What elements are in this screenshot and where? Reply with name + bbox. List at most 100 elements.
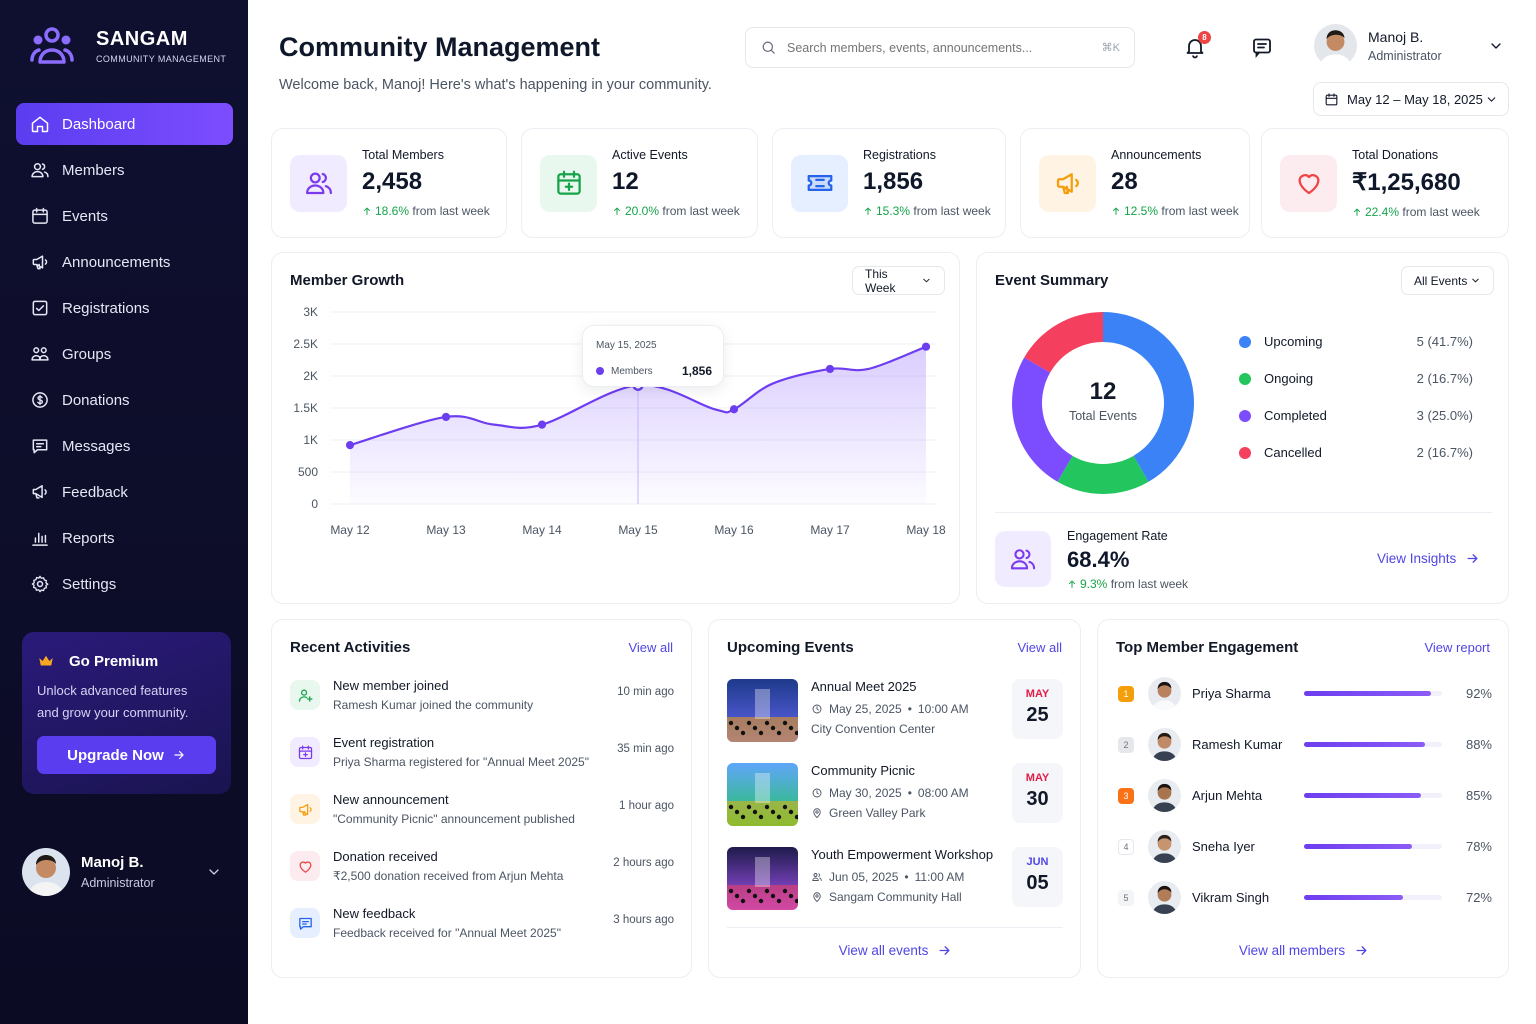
- donut-slice-cancelled[interactable]: [1024, 312, 1103, 373]
- header-user-menu[interactable]: Manoj B. Administrator: [1314, 24, 1504, 67]
- data-point[interactable]: [537, 420, 547, 429]
- chevron-down-icon: [1488, 38, 1504, 54]
- upgrade-button[interactable]: Upgrade Now: [37, 736, 216, 774]
- legend-label: Cancelled: [1264, 445, 1322, 460]
- sidebar-item-registrations[interactable]: Registrations: [16, 287, 233, 329]
- engagement-percent: 78%: [1465, 839, 1492, 854]
- activity-item[interactable]: New member joined Ramesh Kumar joined the…: [290, 678, 674, 735]
- data-point[interactable]: [345, 441, 355, 450]
- stat-card-announcements[interactable]: Announcements 28 12.5% from last week: [1020, 128, 1250, 238]
- stat-delta-value: 22.4%: [1365, 204, 1400, 219]
- engagement-row[interactable]: 1 Priya Sharma 92%: [1118, 668, 1492, 719]
- sidebar-item-dashboard[interactable]: Dashboard: [16, 103, 233, 145]
- activity-item[interactable]: Event registration Priya Sharma registere…: [290, 735, 674, 792]
- x-tick-label: May 15: [618, 523, 658, 537]
- stat-delta-suffix: from last week: [1161, 204, 1239, 218]
- stat-card-active-events[interactable]: Active Events 12 20.0% from last week: [521, 128, 758, 238]
- sidebar: SANGAM COMMUNITY MANAGEMENT Dashboard Me…: [0, 0, 248, 1024]
- activity-item[interactable]: New feedback Feedback received for "Annua…: [290, 906, 674, 963]
- community-logo-icon: [30, 27, 74, 64]
- view-all-events-link-top[interactable]: View all: [1017, 640, 1062, 655]
- x-tick-label: May 13: [426, 523, 466, 537]
- event-date-badge: MAY 30: [1012, 763, 1063, 823]
- stat-card-total-members[interactable]: Total Members 2,458 18.6% from last week: [271, 128, 507, 238]
- sidebar-item-feedback[interactable]: Feedback: [16, 471, 233, 513]
- data-point[interactable]: [825, 364, 835, 374]
- search-bar[interactable]: ⌘K: [745, 27, 1135, 68]
- stat-card-total-donations[interactable]: Total Donations ₹1,25,680 22.4% from las…: [1261, 128, 1509, 238]
- brand-logo[interactable]: SANGAM COMMUNITY MANAGEMENT: [30, 26, 226, 66]
- event-month: MAY: [1025, 772, 1050, 784]
- engagement-row[interactable]: 5 Vikram Singh 72%: [1118, 872, 1492, 923]
- event-item[interactable]: Youth Empowerment Workshop Jun 05, 2025 •…: [727, 847, 1063, 931]
- view-insights-link[interactable]: View Insights: [1377, 551, 1480, 566]
- legend-item-upcoming[interactable]: Upcoming 5 (41.7%): [1239, 323, 1473, 360]
- activity-item[interactable]: Donation received ₹2,500 donation receive…: [290, 849, 674, 906]
- date-range-picker[interactable]: May 12 – May 18, 2025: [1313, 82, 1509, 116]
- y-tick-label: 0: [311, 497, 318, 511]
- donut-slice-ongoing[interactable]: [1057, 455, 1149, 494]
- event-datetime: May 25, 2025 • 10:00 AM: [811, 702, 1012, 716]
- view-all-activities-link[interactable]: View all: [628, 640, 673, 655]
- stat-icon-tile: [540, 154, 597, 212]
- rank-badge: 5: [1118, 889, 1134, 906]
- view-all-members-link[interactable]: View all members: [1098, 943, 1510, 958]
- event-thumbnail: [727, 763, 798, 826]
- activity-time: 35 min ago: [617, 743, 674, 755]
- sidebar-item-settings[interactable]: Settings: [16, 563, 233, 605]
- stat-icon-tile: [1280, 154, 1337, 212]
- sidebar-item-groups[interactable]: Groups: [16, 333, 233, 375]
- sidebar-item-announcements[interactable]: Announcements: [16, 241, 233, 283]
- stat-delta-suffix: from last week: [1402, 204, 1480, 219]
- calendar-icon: [30, 206, 50, 226]
- sidebar-user-profile[interactable]: Manoj B. Administrator: [22, 848, 228, 896]
- sidebar-item-events[interactable]: Events: [16, 195, 233, 237]
- sidebar-item-reports[interactable]: Reports: [16, 517, 233, 559]
- recent-activities-title: Recent Activities: [290, 639, 411, 656]
- sidebar-item-messages[interactable]: Messages: [16, 425, 233, 467]
- activity-description: Priya Sharma registered for "Annual Meet…: [333, 755, 589, 769]
- premium-text: Unlock advanced features and grow your c…: [37, 680, 216, 724]
- member-name: Sneha Iyer: [1192, 839, 1255, 854]
- activity-title: Event registration: [333, 735, 435, 750]
- data-point[interactable]: [441, 412, 451, 422]
- chevron-down-icon[interactable]: [206, 864, 222, 880]
- notifications-button[interactable]: 8: [1181, 31, 1211, 61]
- location-pin-icon: [811, 891, 823, 903]
- view-all-events-link[interactable]: View all events: [709, 943, 1082, 958]
- legend-item-completed[interactable]: Completed 3 (25.0%): [1239, 397, 1473, 434]
- engagement-row[interactable]: 4 Sneha Iyer 78%: [1118, 821, 1492, 872]
- stat-icon-tile: [791, 154, 848, 212]
- event-item[interactable]: Annual Meet 2025 May 25, 2025 • 10:00 AM C…: [727, 679, 1063, 763]
- view-report-link[interactable]: View report: [1424, 640, 1490, 655]
- data-point[interactable]: [921, 342, 931, 351]
- messages-button[interactable]: [1248, 33, 1276, 61]
- member-name: Ramesh Kumar: [1192, 737, 1283, 752]
- activity-time: 3 hours ago: [613, 914, 674, 926]
- activity-description: Feedback received for "Annual Meet 2025": [333, 926, 561, 940]
- activity-item[interactable]: New announcement "Community Picnic" annou…: [290, 792, 674, 849]
- legend-item-cancelled[interactable]: Cancelled 2 (16.7%): [1239, 434, 1473, 471]
- event-item[interactable]: Community Picnic May 30, 2025 • 08:00 AM G…: [727, 763, 1063, 847]
- engagement-row[interactable]: 2 Ramesh Kumar 88%: [1118, 719, 1492, 770]
- data-point[interactable]: [729, 405, 739, 414]
- ticket-icon: [805, 168, 835, 198]
- stat-card-registrations[interactable]: Registrations 1,856 15.3% from last week: [772, 128, 1006, 238]
- stat-delta-value: 20.0%: [625, 204, 660, 218]
- stat-delta-suffix: from last week: [913, 204, 991, 218]
- event-filter-dropdown[interactable]: All Events: [1401, 266, 1494, 295]
- legend-value: 5 (41.7%): [1416, 334, 1473, 349]
- clock-icon: [811, 787, 823, 799]
- sidebar-item-label: Members: [62, 161, 125, 179]
- sidebar-item-members[interactable]: Members: [16, 149, 233, 191]
- sidebar-item-donations[interactable]: Donations: [16, 379, 233, 421]
- growth-period-dropdown[interactable]: This Week: [852, 266, 945, 295]
- donut-center: 12 Total Events: [1011, 378, 1195, 423]
- stat-delta-value: 12.5%: [1124, 204, 1159, 218]
- search-input[interactable]: [787, 40, 1102, 55]
- engagement-row[interactable]: 3 Arjun Mehta 85%: [1118, 770, 1492, 821]
- legend-item-ongoing[interactable]: Ongoing 2 (16.7%): [1239, 360, 1473, 397]
- donut-total-label: Total Events: [1068, 409, 1138, 423]
- engagement-bar: [1304, 895, 1442, 900]
- sidebar-item-label: Messages: [62, 437, 131, 455]
